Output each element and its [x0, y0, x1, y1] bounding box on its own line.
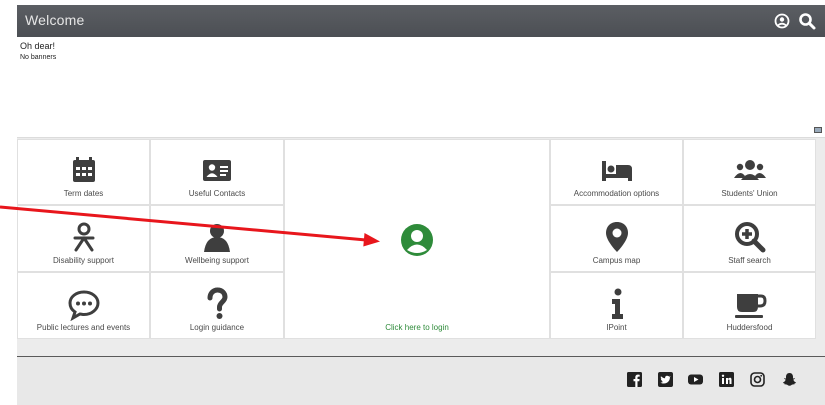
footer — [17, 357, 825, 405]
tile-login-guidance[interactable]: Login guidance — [150, 272, 284, 339]
info-icon — [611, 288, 623, 319]
tile-students-union[interactable]: Students' Union — [683, 139, 816, 205]
youtube-icon[interactable] — [688, 372, 703, 387]
tile-disability-support[interactable]: Disability support — [17, 205, 150, 272]
coffee-cup-icon — [734, 294, 767, 318]
tile-label: IPoint — [606, 323, 627, 332]
tile-ipoint[interactable]: IPoint — [550, 272, 683, 339]
tile-campus-map[interactable]: Campus map — [550, 205, 683, 272]
twitter-icon[interactable] — [658, 372, 673, 387]
tile-label: Accommodation options — [573, 189, 660, 198]
user-circle-icon — [401, 224, 433, 256]
tile-label: Click here to login — [385, 323, 449, 332]
facebook-icon[interactable] — [627, 372, 642, 387]
snapchat-icon[interactable] — [782, 372, 797, 387]
speech-bubble-icon — [67, 290, 100, 321]
question-mark-icon — [207, 287, 228, 319]
tile-staff-search[interactable]: Staff search — [683, 205, 816, 272]
contact-card-icon — [203, 160, 231, 181]
tile-huddersfood[interactable]: Huddersfood — [683, 272, 816, 339]
banner-area: Oh dear! No banners — [17, 37, 825, 138]
instagram-icon[interactable] — [750, 372, 765, 387]
tile-label: Public lectures and events — [36, 323, 131, 332]
tile-label: Disability support — [53, 256, 114, 265]
tile-label: Staff search — [728, 256, 771, 265]
calendar-icon — [72, 157, 95, 182]
zoom-in-icon — [734, 222, 765, 253]
linkedin-icon[interactable] — [719, 372, 734, 387]
users-icon — [733, 160, 766, 180]
tile-label: Wellbeing support — [185, 256, 249, 265]
app-frame: Welcome Oh dear! No banners Term dates U… — [17, 5, 825, 405]
tile-label: Students' Union — [721, 189, 778, 198]
tile-wellbeing-support[interactable]: Wellbeing support — [150, 205, 284, 272]
page-title: Welcome — [25, 12, 85, 28]
tile-public-lectures[interactable]: Public lectures and events — [17, 272, 150, 339]
tile-label: Login guidance — [189, 323, 245, 332]
tile-label: Campus map — [592, 256, 641, 265]
tile-accommodation[interactable]: Accommodation options — [550, 139, 683, 205]
account-icon[interactable] — [771, 10, 793, 32]
search-icon[interactable] — [796, 10, 818, 32]
person-icon — [204, 224, 230, 252]
tile-login[interactable]: Click here to login — [284, 139, 550, 339]
banner-heading: Oh dear! — [20, 41, 56, 51]
tile-label: Term dates — [63, 189, 104, 198]
tile-label: Useful Contacts — [188, 189, 246, 198]
tile-label: Huddersfood — [726, 323, 773, 332]
map-pin-icon — [605, 222, 628, 252]
tile-term-dates[interactable]: Term dates — [17, 139, 150, 205]
banner-message: No banners — [20, 54, 57, 61]
image-icon — [814, 127, 822, 133]
tile-useful-contacts[interactable]: Useful Contacts — [150, 139, 284, 205]
accessibility-icon — [73, 222, 94, 252]
bed-icon — [601, 161, 632, 181]
top-bar: Welcome — [17, 5, 825, 37]
